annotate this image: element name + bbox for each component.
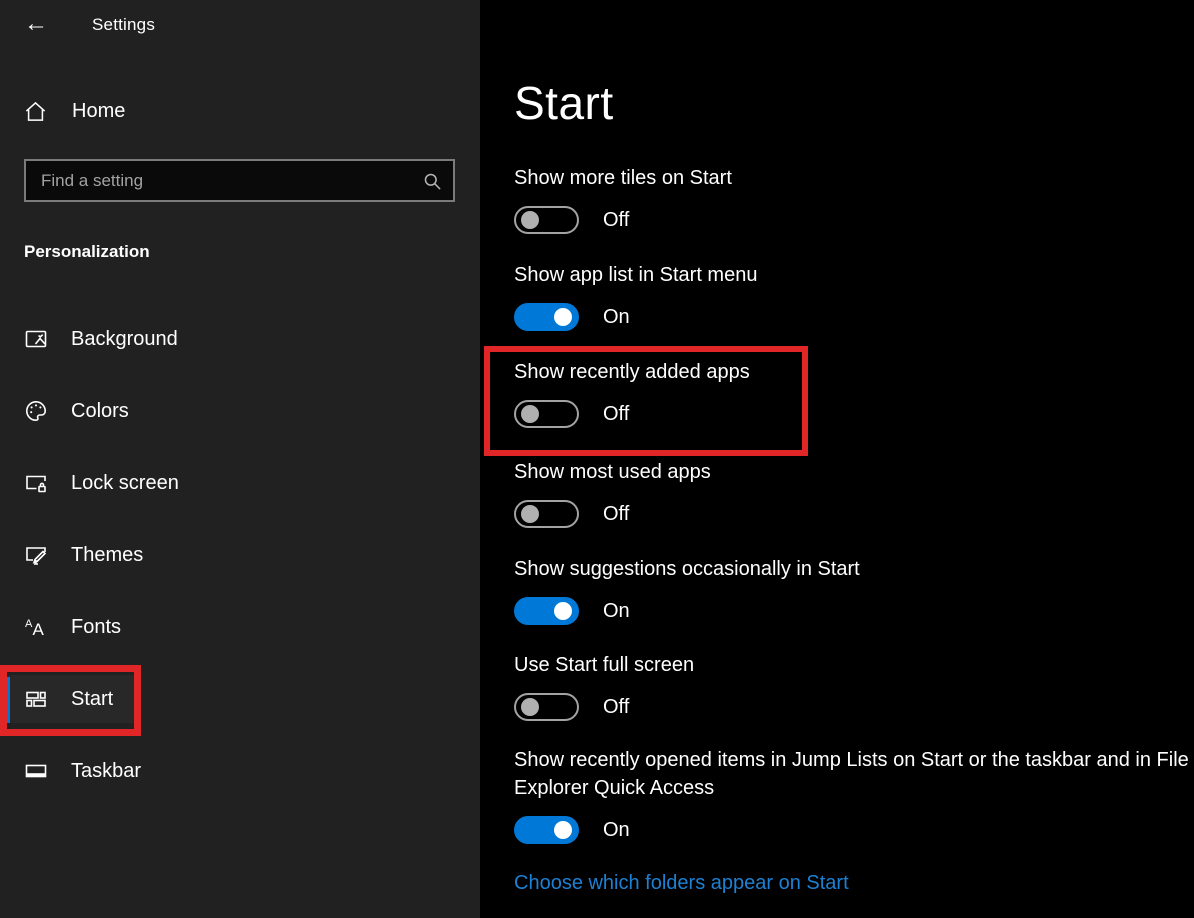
toggle-knob: [521, 211, 539, 229]
toggle-knob: [554, 821, 572, 839]
window-title: Settings: [92, 15, 155, 35]
taskbar-icon: [24, 759, 48, 783]
setting-label: Use Start full screen: [514, 651, 1190, 679]
lock-screen-icon: [24, 471, 48, 495]
toggle-show-suggestions[interactable]: [514, 597, 579, 625]
choose-folders-link[interactable]: Choose which folders appear on Start: [514, 872, 849, 895]
sidebar-item-label: Colors: [71, 400, 129, 423]
back-button[interactable]: ←: [24, 8, 56, 40]
sidebar-item-label: Lock screen: [71, 472, 179, 495]
setting-show-app-list: Show app list in Start menu On: [514, 261, 1190, 331]
toggle-state-text: Off: [603, 503, 629, 526]
toggle-show-recently-added[interactable]: [514, 400, 579, 428]
sidebar-item-label: Background: [71, 328, 178, 351]
toggle-knob: [521, 405, 539, 423]
sidebar-item-colors[interactable]: Colors: [0, 387, 480, 435]
toggle-state-text: Off: [603, 209, 629, 232]
toggle-state-text: Off: [603, 403, 629, 426]
sidebar-item-themes[interactable]: Themes: [0, 531, 480, 579]
toggle-state-text: Off: [603, 696, 629, 719]
start-settings-panel: Start Show more tiles on Start Off Show …: [480, 0, 1194, 918]
home-icon: [24, 100, 47, 123]
setting-show-most-used: Show most used apps Off: [514, 458, 1190, 528]
selected-item-accent-bar: [6, 677, 10, 723]
toggle-knob: [554, 602, 572, 620]
setting-label: Show suggestions occasionally in Start: [514, 555, 1190, 583]
search-input[interactable]: [26, 161, 453, 200]
setting-label: Show most used apps: [514, 458, 1190, 486]
setting-label: Show recently opened items in Jump Lists…: [514, 746, 1190, 802]
toggle-show-app-list[interactable]: [514, 303, 579, 331]
sidebar-item-label: Fonts: [71, 616, 121, 639]
section-heading-personalization: Personalization: [24, 242, 150, 262]
toggle-show-more-tiles[interactable]: [514, 206, 579, 234]
sidebar-item-label: Themes: [71, 544, 143, 567]
toggle-jump-lists[interactable]: [514, 816, 579, 844]
themes-icon: [24, 543, 48, 567]
sidebar-item-fonts[interactable]: A A Fonts: [0, 603, 480, 651]
setting-show-suggestions: Show suggestions occasionally in Start O…: [514, 555, 1190, 625]
toggle-full-screen[interactable]: [514, 693, 579, 721]
setting-jump-lists: Show recently opened items in Jump Lists…: [514, 746, 1190, 844]
fonts-icon: A A: [24, 615, 48, 639]
sidebar-item-home[interactable]: Home: [0, 94, 480, 128]
setting-label: Show more tiles on Start: [514, 164, 1190, 192]
sidebar-item-taskbar[interactable]: Taskbar: [0, 747, 480, 795]
sidebar-item-label: Home: [72, 100, 125, 123]
toggle-knob: [521, 505, 539, 523]
toggle-state-text: On: [603, 306, 630, 329]
sidebar-item-background[interactable]: Background: [0, 315, 480, 363]
svg-text:A: A: [33, 620, 45, 639]
start-tiles-icon: [24, 687, 48, 711]
toggle-state-text: On: [603, 600, 630, 623]
background-image-icon: [24, 327, 48, 351]
setting-full-screen: Use Start full screen Off: [514, 651, 1190, 721]
search-box: [24, 159, 455, 202]
toggle-knob: [554, 308, 572, 326]
setting-label: Show recently added apps: [514, 358, 1190, 386]
toggle-knob: [521, 698, 539, 716]
setting-label: Show app list in Start menu: [514, 261, 1190, 289]
toggle-show-most-used[interactable]: [514, 500, 579, 528]
search-icon[interactable]: [423, 172, 442, 191]
sidebar-item-label: Start: [71, 688, 113, 711]
settings-sidebar: ← Settings Home Personalization: [0, 0, 480, 918]
page-title: Start: [514, 76, 614, 130]
setting-show-recently-added: Show recently added apps Off: [514, 358, 1190, 428]
sidebar-item-lock-screen[interactable]: Lock screen: [0, 459, 480, 507]
toggle-state-text: On: [603, 819, 630, 842]
setting-show-more-tiles: Show more tiles on Start Off: [514, 164, 1190, 234]
palette-icon: [24, 399, 48, 423]
sidebar-item-start[interactable]: Start: [0, 675, 141, 723]
sidebar-item-label: Taskbar: [71, 760, 141, 783]
